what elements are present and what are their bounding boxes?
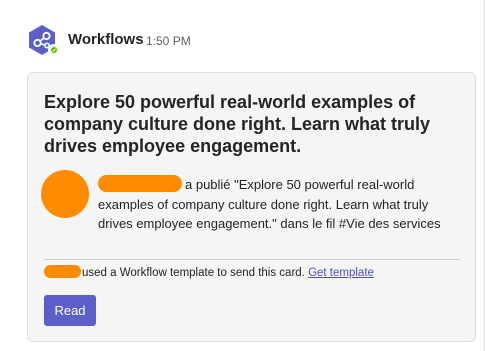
redacted-author-name xyxy=(98,175,182,192)
sender-name[interactable]: Workflows xyxy=(68,31,144,48)
card-body: a publié "Explore 50 powerful real-world… xyxy=(98,175,464,234)
presence-available-icon xyxy=(48,44,60,56)
adaptive-card: Explore 50 powerful real-world examples … xyxy=(27,72,476,342)
author-avatar xyxy=(41,170,89,218)
card-divider xyxy=(44,259,460,260)
card-title: Explore 50 powerful real-world examples … xyxy=(44,92,431,156)
redacted-user-name xyxy=(44,265,81,278)
card-footer: used a Workflow template to send this ca… xyxy=(44,265,374,279)
get-template-link[interactable]: Get template xyxy=(308,267,374,279)
chat-message: Workflows 1:50 PM Explore 50 powerful re… xyxy=(0,0,485,351)
read-button[interactable]: Read xyxy=(44,295,96,326)
message-timestamp: 1:50 PM xyxy=(146,34,191,48)
footer-text: used a Workflow template to send this ca… xyxy=(82,267,305,279)
